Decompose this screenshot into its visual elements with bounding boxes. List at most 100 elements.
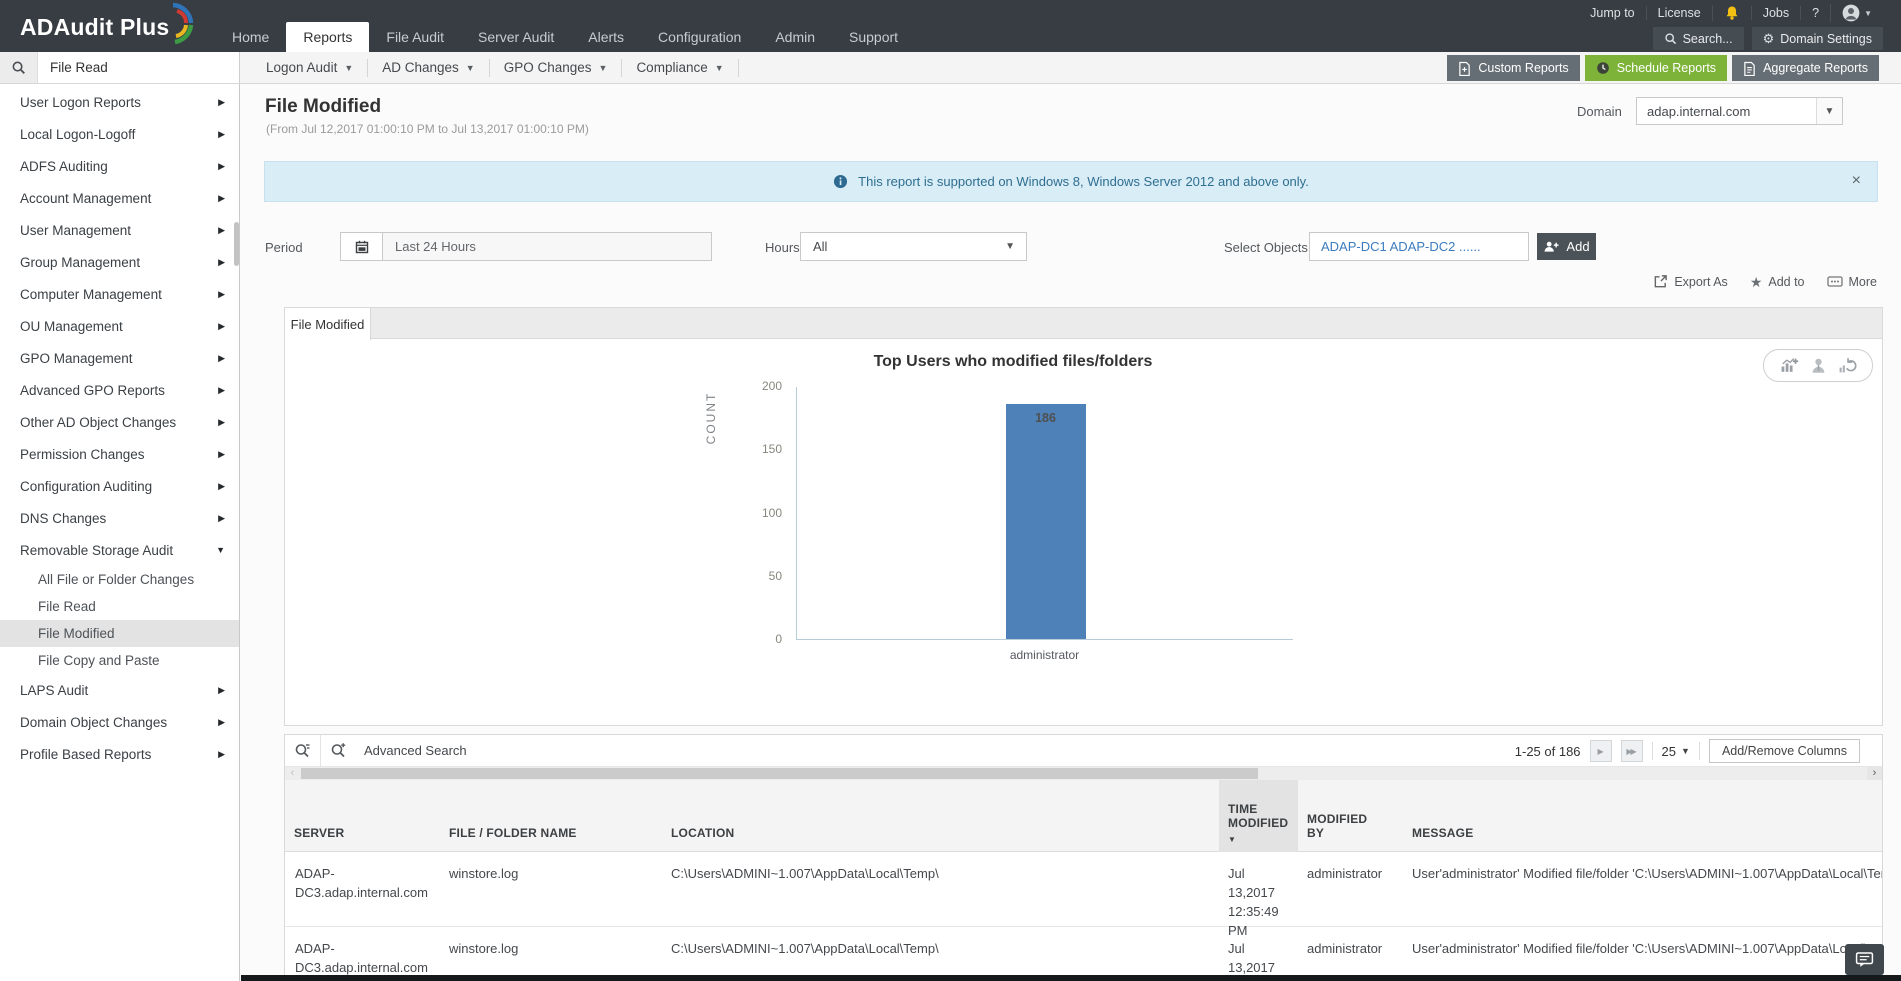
jump-to-link[interactable]: Jump to xyxy=(1579,6,1645,20)
banner-close-icon[interactable]: × xyxy=(1852,172,1861,190)
feedback-button[interactable] xyxy=(1845,944,1884,975)
add-to-button[interactable]: ★Add to xyxy=(1750,274,1805,289)
column-header-server[interactable]: SERVER xyxy=(285,780,440,852)
jobs-link[interactable]: Jobs xyxy=(1751,6,1800,20)
nav-item-home[interactable]: Home xyxy=(215,22,286,52)
advanced-search-label[interactable]: Advanced Search xyxy=(364,743,467,758)
chart-type-add-icon[interactable] xyxy=(1780,357,1799,374)
scrollbar-thumb[interactable] xyxy=(301,768,1258,779)
column-header-label: MODIFIED BY xyxy=(1307,812,1371,840)
action-label: Add to xyxy=(1768,275,1804,289)
nav-item-reports[interactable]: Reports xyxy=(286,22,369,52)
custom-reports-button[interactable]: Custom Reports xyxy=(1447,55,1579,81)
chart-refresh-icon[interactable] xyxy=(1838,357,1857,374)
menu-dropdown-compliance[interactable]: Compliance▼ xyxy=(622,59,738,77)
sidebar-search-icon[interactable] xyxy=(0,52,38,83)
sidebar-item-gpo-management[interactable]: GPO Management▶ xyxy=(0,342,239,374)
sidebar-item-account-management[interactable]: Account Management▶ xyxy=(0,182,239,214)
nav-item-configuration[interactable]: Configuration xyxy=(641,22,758,52)
chevron-down-icon: ▼ xyxy=(1681,746,1690,756)
sidebar-search-input[interactable] xyxy=(38,52,239,83)
hours-select[interactable]: All ▼ xyxy=(800,232,1027,261)
nav-item-admin[interactable]: Admin xyxy=(758,22,832,52)
add-objects-button[interactable]: Add xyxy=(1537,233,1596,260)
select-objects-value[interactable]: ADAP-DC1 ADAP-DC2 ...... xyxy=(1309,232,1529,261)
sidebar-item-label: LAPS Audit xyxy=(20,683,88,698)
more-button[interactable]: More xyxy=(1827,274,1877,289)
nav-item-file-audit[interactable]: File Audit xyxy=(369,22,461,52)
sidebar-item-file-modified[interactable]: File Modified xyxy=(0,620,239,647)
sidebar-item-group-management[interactable]: Group Management▶ xyxy=(0,246,239,278)
menu-dropdown-gpo-changes[interactable]: GPO Changes▼ xyxy=(490,59,623,77)
chart-bar-administrator: 186 xyxy=(1006,404,1086,639)
column-search-icon[interactable] xyxy=(285,742,320,759)
sidebar-item-dns-changes[interactable]: DNS Changes ▶ xyxy=(0,502,239,534)
sidebar-item-permission-changes[interactable]: Permission Changes▶ xyxy=(0,438,239,470)
column-header-message[interactable]: MESSAGE xyxy=(1403,780,1883,852)
domain-select[interactable]: adap.internal.com ▼ xyxy=(1636,97,1843,125)
cell-modified-by: administrator xyxy=(1298,852,1403,884)
sidebar-item-file-copy-and-paste[interactable]: File Copy and Paste xyxy=(0,647,239,674)
sidebar-item-user-logon-reports[interactable]: User Logon Reports▶ xyxy=(0,86,239,118)
scroll-right-arrow[interactable]: › xyxy=(1867,767,1882,780)
calendar-button[interactable] xyxy=(340,232,383,261)
sidebar-search xyxy=(0,52,240,83)
info-banner: This report is supported on Windows 8, W… xyxy=(264,161,1878,202)
column-header-location[interactable]: LOCATION xyxy=(662,780,1219,852)
aggregate-reports-button[interactable]: Aggregate Reports xyxy=(1732,55,1879,81)
sidebar-item-adfs-auditing[interactable]: ADFS Auditing▶ xyxy=(0,150,239,182)
tab-file-modified[interactable]: File Modified xyxy=(285,308,371,340)
schedule-reports-button[interactable]: Schedule Reports xyxy=(1585,55,1727,81)
menu-dropdown-label: Compliance xyxy=(636,60,707,75)
sidebar-item-ou-management[interactable]: OU Management▶ xyxy=(0,310,239,342)
chevron-right-icon: ▶ xyxy=(218,513,225,524)
last-page-button[interactable]: ▶▶ xyxy=(1621,740,1643,762)
horizontal-scrollbar: ‹ › xyxy=(285,767,1882,780)
more-icon xyxy=(1827,275,1843,288)
help-link[interactable]: ? xyxy=(1800,6,1830,20)
next-page-button[interactable]: ▶ xyxy=(1590,740,1612,762)
sidebar-item-profile-based-reports[interactable]: Profile Based Reports▶ xyxy=(0,738,239,770)
chart-user-icon[interactable] xyxy=(1810,357,1827,374)
scroll-left-arrow[interactable]: ‹ xyxy=(285,767,300,780)
sidebar-scrollbar-thumb[interactable] xyxy=(234,222,239,266)
sort-desc-icon: ▼ xyxy=(1228,835,1298,844)
sidebar-item-user-management[interactable]: User Management▶ xyxy=(0,214,239,246)
sidebar-item-laps-audit[interactable]: LAPS Audit▶ xyxy=(0,674,239,706)
cell-time-modified: Jul 13,2017 10:29:59 AM xyxy=(1219,927,1293,981)
table-pagination: 1-25 of 186 ▶ ▶▶ 25 ▼ Add/Remove Columns xyxy=(1515,735,1860,767)
report-toolbar-actions: Export As ★Add to More xyxy=(1653,274,1877,289)
user-menu[interactable]: ▼ xyxy=(1830,4,1883,22)
menu-dropdown-logon-audit[interactable]: Logon Audit▼ xyxy=(252,59,368,77)
nav-item-alerts[interactable]: Alerts xyxy=(571,22,641,52)
license-link[interactable]: License xyxy=(1646,6,1712,20)
add-remove-columns-button[interactable]: Add/Remove Columns xyxy=(1709,739,1860,763)
chevron-right-icon: ▶ xyxy=(218,321,225,332)
column-header-modified-by[interactable]: MODIFIED BY xyxy=(1298,780,1403,852)
page-size-select[interactable]: 25 ▼ xyxy=(1662,744,1690,759)
sidebar-item-label: Removable Storage Audit xyxy=(20,543,173,558)
sidebar-item-advanced-gpo-reports[interactable]: Advanced GPO Reports▶ xyxy=(0,374,239,406)
sidebar-item-domain-object-changes[interactable]: Domain Object Changes▶ xyxy=(0,706,239,738)
sidebar-item-label: Account Management xyxy=(20,191,151,206)
sidebar-item-local-logon-logoff[interactable]: Local Logon-Logoff▶ xyxy=(0,118,239,150)
menu-dropdown-ad-changes[interactable]: AD Changes▼ xyxy=(368,59,489,77)
export-as-button[interactable]: Export As xyxy=(1653,274,1728,289)
chevron-right-icon: ▶ xyxy=(218,129,225,140)
nav-item-server-audit[interactable]: Server Audit xyxy=(461,22,571,52)
period-value[interactable]: Last 24 Hours xyxy=(382,232,712,261)
sidebar-item-all-file-or-folder-changes[interactable]: All File or Folder Changes xyxy=(0,566,239,593)
domain-settings-button[interactable]: ⚙ Domain Settings xyxy=(1752,27,1883,50)
nav-item-support[interactable]: Support xyxy=(832,22,915,52)
sidebar-item-file-read[interactable]: File Read xyxy=(0,593,239,620)
sidebar-item-configuration-auditing[interactable]: Configuration Auditing▶ xyxy=(0,470,239,502)
advanced-search-icon[interactable] xyxy=(321,742,356,759)
column-header-time-modified[interactable]: TIME MODIFIED▼ xyxy=(1219,780,1298,852)
notifications-bell[interactable] xyxy=(1712,5,1751,21)
sidebar-item-removable-storage-audit[interactable]: Removable Storage Audit▼ xyxy=(0,534,239,566)
column-header-file-folder-name[interactable]: FILE / FOLDER NAME xyxy=(440,780,662,852)
sidebar-item-other-ad-object-changes[interactable]: Other AD Object Changes▶ xyxy=(0,406,239,438)
sidebar-item-computer-management[interactable]: Computer Management▶ xyxy=(0,278,239,310)
sidebar-item-label: DNS Changes xyxy=(20,511,106,526)
global-search-button[interactable]: Search... xyxy=(1653,27,1744,50)
